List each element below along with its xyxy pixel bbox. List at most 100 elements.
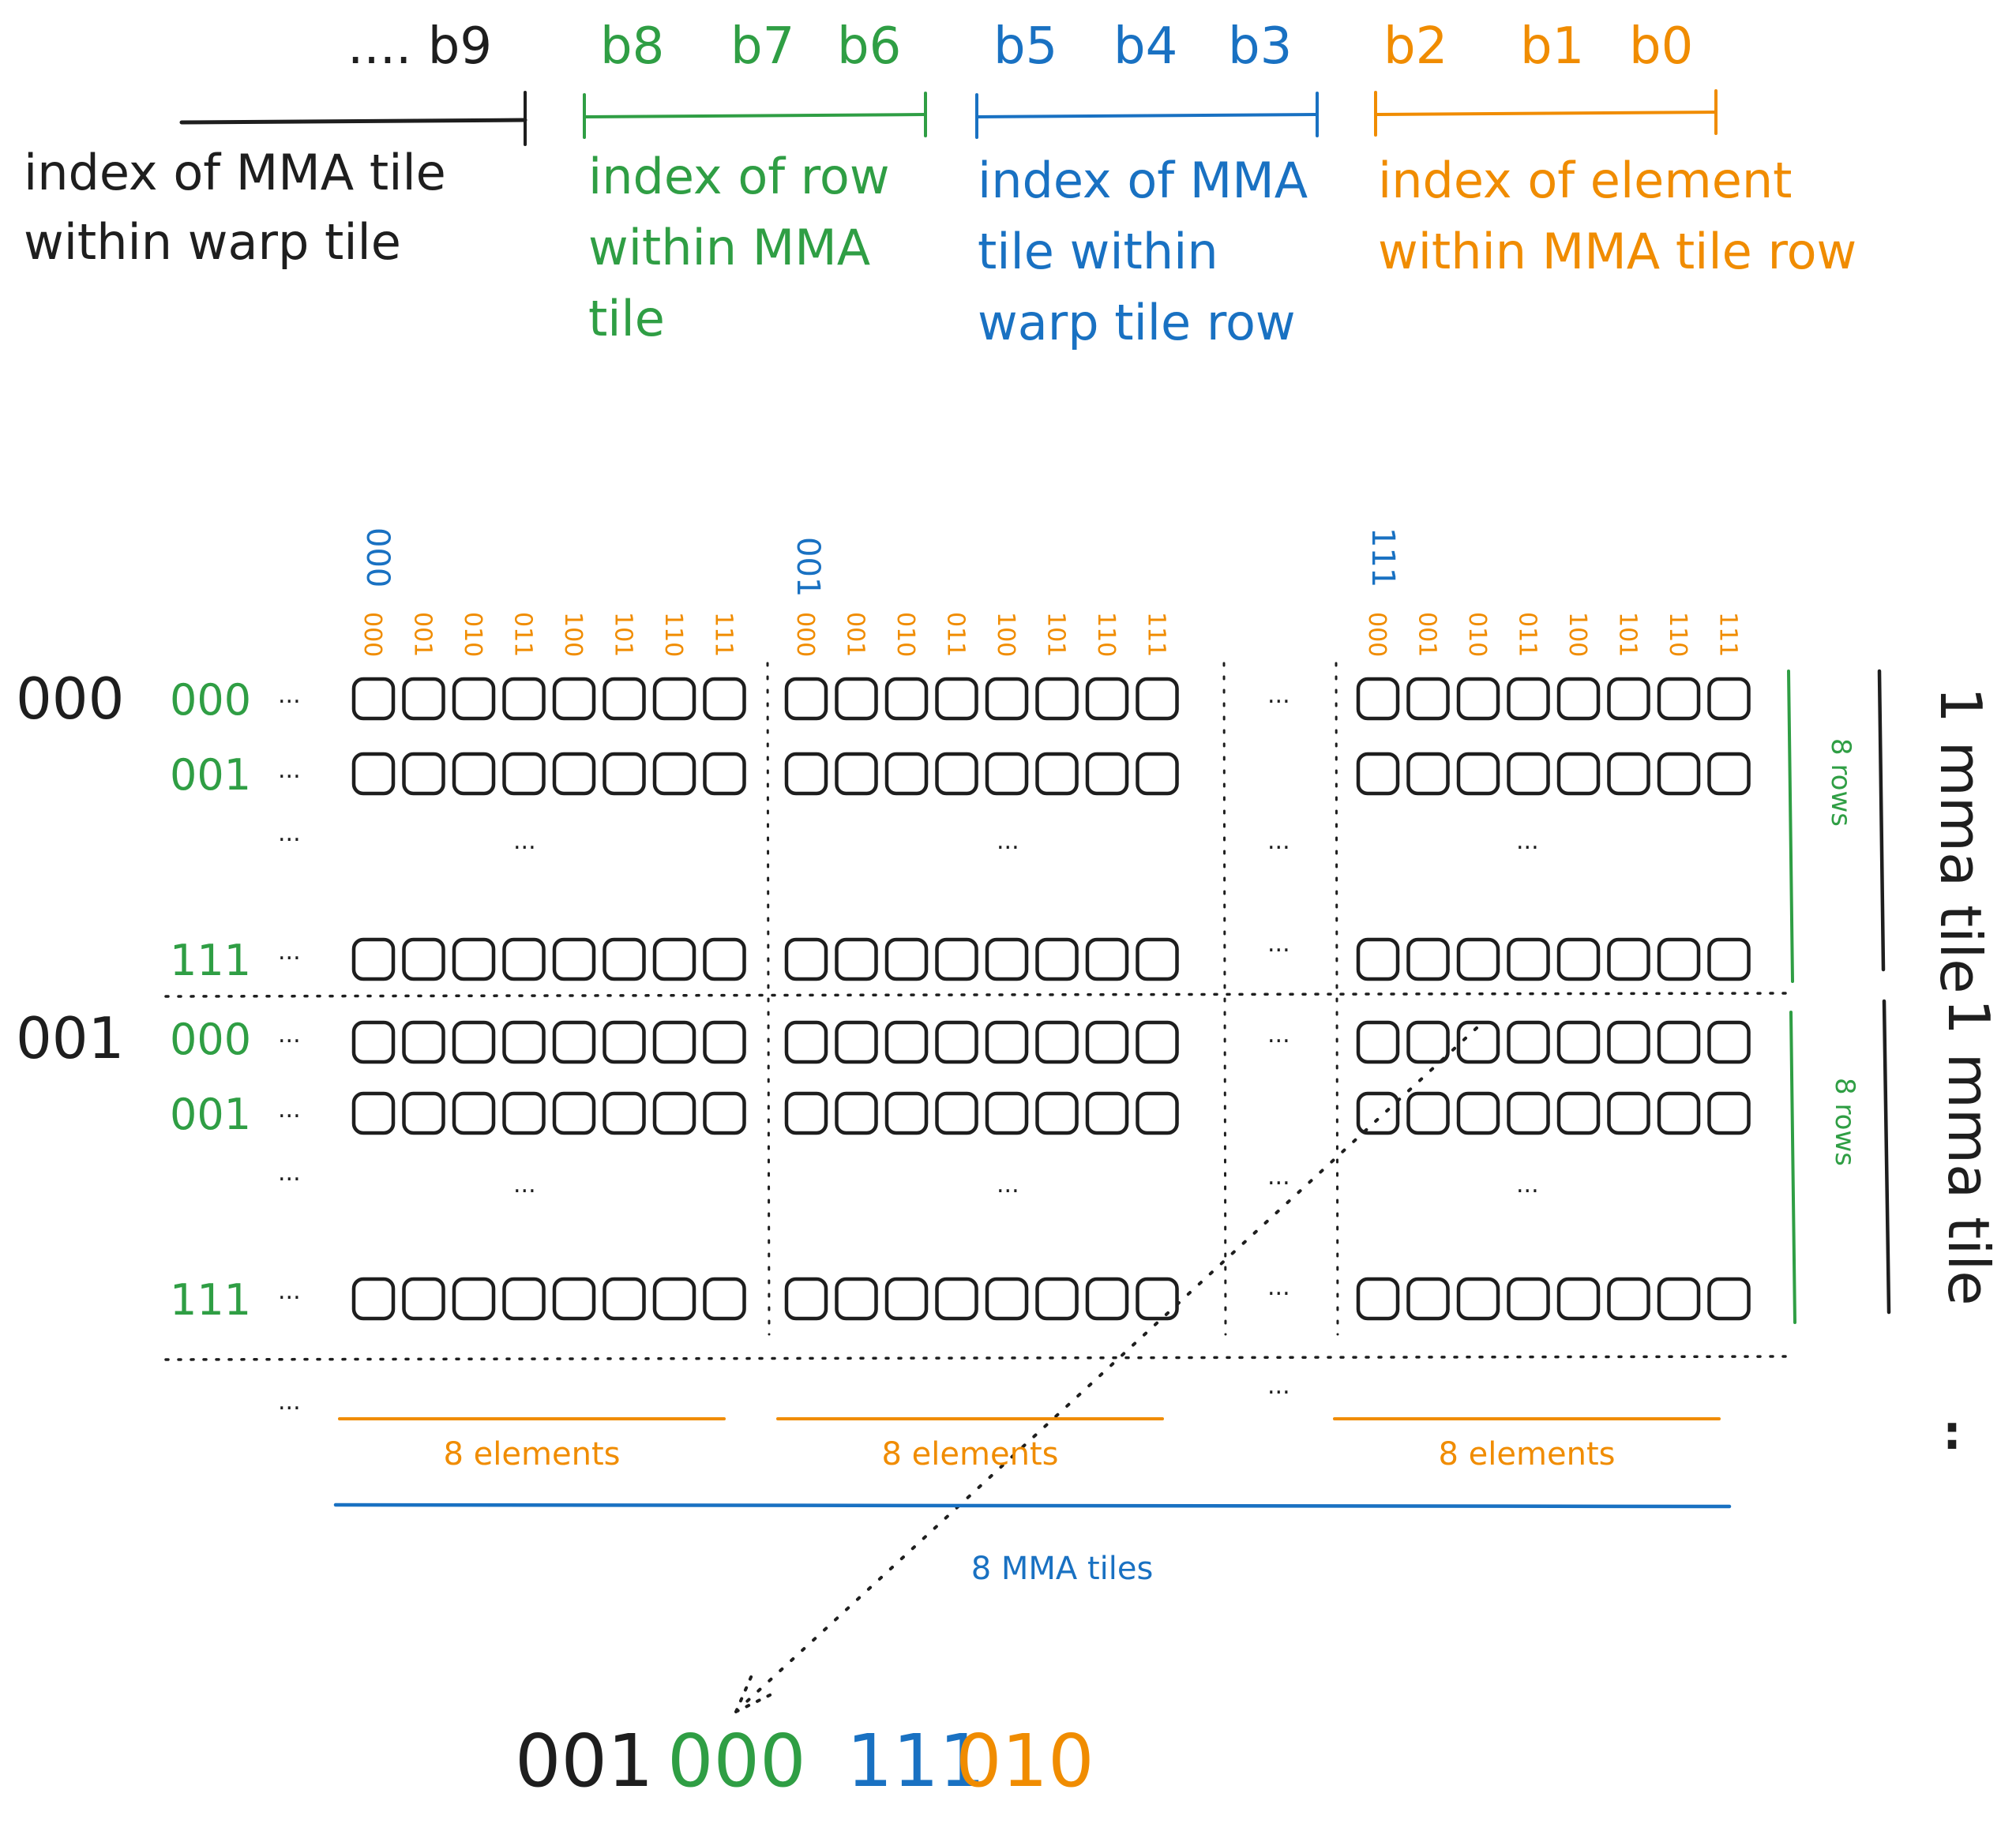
element-cell	[1507, 1020, 1550, 1064]
bracket-line	[975, 113, 1319, 118]
mma-col-label: 111	[1365, 527, 1401, 587]
element-cell	[1035, 677, 1079, 721]
element-col-label: 001	[842, 612, 869, 657]
bit-label: b7	[730, 17, 794, 76]
element-cell	[402, 1277, 445, 1321]
element-cell	[1507, 1277, 1550, 1321]
element-cell	[1507, 752, 1550, 796]
cell-row	[1356, 1020, 1751, 1064]
element-col-label: 000	[359, 612, 386, 657]
element-cell	[1456, 1091, 1500, 1135]
element-cell	[1556, 937, 1601, 981]
cell-row	[784, 752, 1179, 796]
element-cell	[402, 1091, 445, 1135]
element-cell	[1035, 1091, 1079, 1135]
element-cell	[985, 1020, 1029, 1064]
element-cell	[835, 1020, 878, 1064]
tile-row-divider	[164, 992, 1790, 998]
ellipsis: ...	[1267, 827, 1290, 855]
mma-tile-bracket	[1882, 999, 1891, 1315]
element-cell	[1707, 752, 1751, 796]
element-cell	[603, 1020, 646, 1064]
element-cell	[452, 677, 496, 721]
cell-row	[351, 752, 746, 796]
ellipsis: ...	[1267, 1163, 1290, 1191]
element-cell	[1136, 1277, 1179, 1321]
element-cell	[1607, 752, 1650, 796]
annotations: 8 rows 8 rows 1 mma tile1 mma tile: 8 eleme…	[333, 669, 2002, 1587]
element-cell	[452, 937, 496, 981]
element-cell	[985, 1277, 1029, 1321]
element-cell	[1035, 937, 1079, 981]
cell-row	[784, 1277, 1179, 1321]
element-cell	[1607, 1020, 1650, 1064]
element-cell	[652, 752, 696, 796]
element-cell	[884, 1091, 929, 1135]
bit-label: b1	[1520, 17, 1584, 76]
element-col-label: 010	[1463, 612, 1491, 657]
pointer-arrow	[737, 1026, 1478, 1711]
element-cell	[402, 752, 445, 796]
element-cell	[1607, 1091, 1650, 1135]
element-col-label: 111	[710, 612, 738, 657]
bit-label: b8	[600, 17, 664, 76]
element-cell	[884, 677, 929, 721]
element-cell	[1707, 937, 1751, 981]
ellipsis: ...	[278, 1021, 301, 1049]
result-bits-black: 001	[515, 1719, 654, 1803]
element-cell	[502, 677, 546, 721]
bit-layout-diagram: .... b9 index of MMA tile within warp tile…	[16, 17, 2002, 1803]
element-cell	[552, 752, 596, 796]
bit-label: b4	[1113, 17, 1177, 76]
tile-row-label: 000	[16, 666, 124, 732]
element-col-label: 000	[1363, 612, 1391, 657]
element-cell	[1406, 677, 1450, 721]
cell-row	[1356, 1277, 1751, 1321]
cell-row	[351, 1277, 746, 1321]
element-cell	[703, 752, 746, 796]
ellipsis: ...	[278, 1277, 301, 1305]
element-cell	[784, 752, 828, 796]
ellipsis: ...	[513, 1171, 536, 1199]
element-cell	[985, 752, 1029, 796]
element-cell	[652, 1020, 696, 1064]
cell-row	[351, 677, 746, 721]
element-cell	[652, 1091, 696, 1135]
element-col-label: 101	[1614, 612, 1642, 657]
element-cell	[502, 1020, 546, 1064]
group-description: within MMA tile row	[1378, 223, 1856, 280]
bracket-line	[583, 113, 927, 118]
bit-label: b3	[1228, 17, 1292, 76]
element-cell	[402, 677, 445, 721]
mma-col-label: 001	[790, 537, 826, 597]
element-cell	[1556, 1020, 1601, 1064]
block-divider	[766, 662, 771, 1336]
ellipsis: ...	[278, 938, 301, 966]
element-cell	[1456, 1277, 1500, 1321]
row-label: 000	[170, 1015, 251, 1064]
element-cell	[452, 1091, 496, 1135]
element-col-label: 100	[1564, 612, 1591, 657]
element-cell	[552, 677, 596, 721]
tile-row-label: 001	[16, 1005, 124, 1071]
block-divider	[1335, 662, 1339, 1336]
element-cell	[552, 1091, 596, 1135]
element-col-label: 001	[1413, 612, 1441, 657]
mma-tile-label: 1 mma tile	[1935, 999, 2002, 1306]
element-cell	[835, 937, 878, 981]
rows-bracket	[1787, 670, 1794, 983]
bit-label: b2	[1383, 17, 1447, 76]
element-cell	[1035, 752, 1079, 796]
element-cell	[1406, 1020, 1450, 1064]
element-col-label: 110	[1664, 612, 1691, 657]
ellipsis: ...	[1516, 1171, 1539, 1199]
element-cell	[1085, 1277, 1129, 1321]
element-cell	[1657, 1020, 1701, 1064]
ellipsis: ...	[997, 1171, 1019, 1199]
element-cell	[502, 752, 546, 796]
element-col-label: 011	[1514, 612, 1541, 657]
mma-tiles-label: 8 MMA tiles	[971, 1551, 1154, 1587]
element-cell	[1657, 1091, 1701, 1135]
ellipsis: ...	[1267, 1372, 1290, 1400]
element-cell	[452, 1020, 496, 1064]
